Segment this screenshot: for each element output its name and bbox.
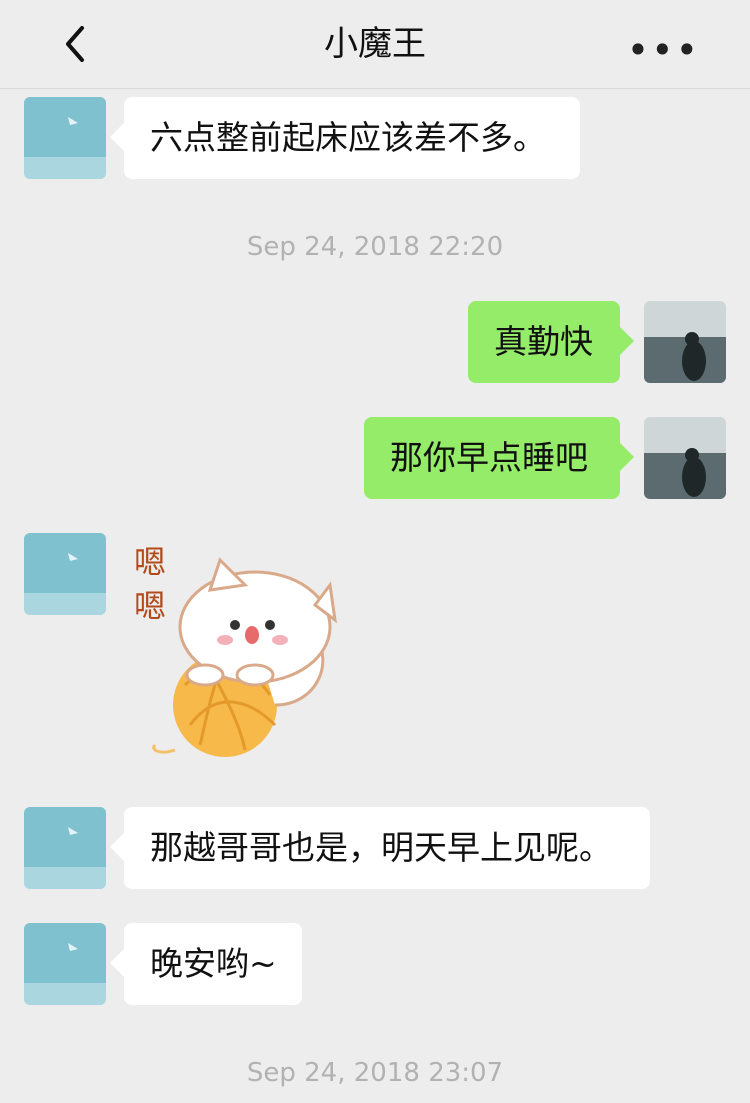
message-text: 真勤快 xyxy=(494,322,593,361)
more-options-button[interactable]: ••• xyxy=(627,28,700,72)
message-text: 那越哥哥也是，明天早上见呢。 xyxy=(150,828,612,867)
avatar-image xyxy=(24,807,106,889)
contact-avatar[interactable] xyxy=(24,807,106,889)
cat-with-yarn-sticker xyxy=(152,557,337,757)
contact-avatar[interactable] xyxy=(24,97,106,179)
self-avatar[interactable] xyxy=(644,417,726,499)
message-bubble-incoming[interactable]: 晚安哟~ xyxy=(110,923,302,1005)
avatar-image xyxy=(24,923,106,1005)
avatar-image xyxy=(24,533,106,615)
message-bubble-outgoing[interactable]: 真勤快 xyxy=(468,301,634,383)
avatar-image xyxy=(644,301,726,383)
message-bubble-outgoing[interactable]: 那你早点睡吧 xyxy=(364,417,634,499)
top-nav-bar: 小魔王 ••• xyxy=(0,0,750,89)
timestamp: Sep 24, 2018 22:20 xyxy=(246,232,504,262)
message-text: 六点整前起床应该差不多。 xyxy=(150,118,546,157)
timestamp: Sep 24, 2018 23:07 xyxy=(246,1058,504,1088)
self-avatar[interactable] xyxy=(644,301,726,383)
message-text: 那你早点睡吧 xyxy=(390,438,588,477)
contact-avatar[interactable] xyxy=(24,923,106,1005)
message-text: 晚安哟~ xyxy=(150,944,277,983)
message-bubble-incoming[interactable]: 六点整前起床应该差不多。 xyxy=(110,97,580,179)
message-bubble-incoming[interactable]: 那越哥哥也是，明天早上见呢。 xyxy=(110,807,650,889)
avatar-image xyxy=(24,97,106,179)
avatar-image xyxy=(644,417,726,499)
contact-avatar[interactable] xyxy=(24,533,106,615)
